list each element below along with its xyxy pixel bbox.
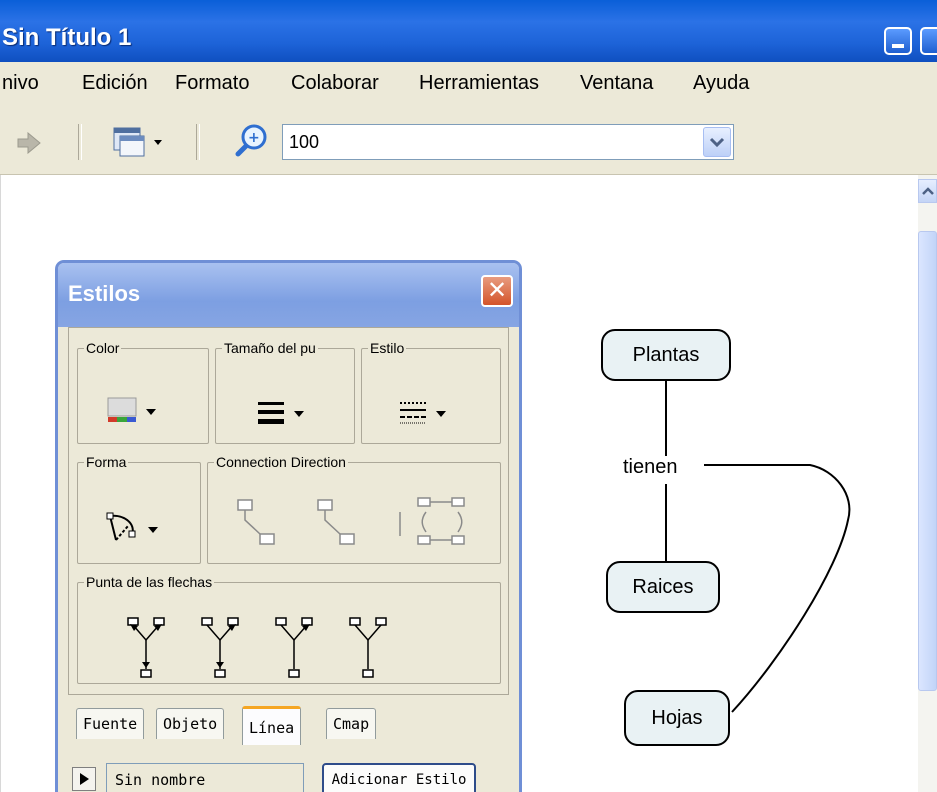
concept-node[interactable]: Plantas [601,329,731,381]
chevron-up-icon [922,187,934,195]
minimize-button[interactable] [884,27,912,55]
toolbar: + 100 [0,110,937,175]
menu-bar: nivo Edición Formato Colaborar Herramien… [0,62,937,111]
menu-ventana[interactable]: Ventana [580,72,653,95]
concept-node[interactable]: Raices [606,561,720,613]
styles-panel-title-bar[interactable]: Estilos ✕ [58,263,519,327]
tab-cmap[interactable]: Cmap [326,708,377,739]
styles-panel-title: Estilos [68,281,141,306]
line-style-group: Estilo [361,340,501,444]
connection-direction-icons[interactable] [230,494,480,554]
arrowheads-group-label: Punta de las flechas [86,574,213,590]
connection-direction-group: Connection Direction [207,454,501,564]
tab-linea[interactable]: Línea [242,706,302,745]
concept-node[interactable]: Hojas [624,690,730,746]
add-style-button[interactable]: Adicionar Estilo [322,763,476,792]
vertical-scrollbar[interactable] [918,175,937,792]
close-icon: ✕ [486,276,508,304]
maximize-button[interactable] [920,27,937,55]
line-style-group-label: Estilo [370,340,405,356]
menu-colaborar[interactable]: Colaborar [291,72,379,95]
connection-direction-group-label: Connection Direction [216,454,346,470]
zoom-value: 100 [289,132,320,152]
style-name-field[interactable]: Sin nombre [106,763,304,792]
window-title: Sin Título 1 [2,24,132,51]
zoom-icon[interactable]: + [232,122,272,160]
styles-panel: Estilos ✕ Color Tamaño del pu Estilo For… [55,260,522,792]
menu-edicion[interactable]: Edición [82,72,148,95]
line-style-icon[interactable] [398,398,458,428]
color-picker-icon[interactable] [106,396,166,426]
color-group: Color [77,340,209,444]
tab-objeto[interactable]: Objeto [156,708,225,739]
line-size-group: Tamaño del pu [215,340,355,444]
color-group-label: Color [86,340,120,356]
arrowhead-style-icons[interactable] [124,612,424,682]
shape-group-label: Forma [86,454,127,470]
linking-phrase[interactable]: tienen [621,456,680,479]
forward-arrow-icon[interactable] [16,132,42,154]
arrowheads-group: Punta de las flechas [77,574,501,684]
zoom-combobox[interactable]: 100 [282,124,734,160]
zoom-dropdown-button[interactable] [703,127,731,157]
expand-arrow-button[interactable] [72,767,96,791]
shape-group: Forma [77,454,201,564]
line-thickness-icon[interactable] [256,398,316,428]
toolbar-separator [78,124,82,160]
line-size-group-label: Tamaño del pu [224,340,316,356]
curve-shape-icon[interactable] [102,510,168,550]
menu-archivo[interactable]: nivo [2,72,39,95]
menu-formato[interactable]: Formato [175,72,249,95]
svg-text:+: + [248,130,260,146]
toolbar-separator [196,124,200,160]
menu-ayuda[interactable]: Ayuda [693,72,749,95]
scroll-up-button[interactable] [918,179,937,203]
tab-fuente[interactable]: Fuente [76,708,145,739]
window-title-bar: Sin Título 1 [0,0,937,62]
scroll-thumb[interactable] [918,231,937,691]
chevron-down-icon [709,137,725,148]
minimize-icon [892,44,904,48]
close-button[interactable]: ✕ [481,275,513,307]
menu-herramientas[interactable]: Herramientas [419,72,539,95]
styles-panel-body: Color Tamaño del pu Estilo Forma Connect… [68,327,509,695]
window-layout-icon[interactable] [110,124,166,160]
